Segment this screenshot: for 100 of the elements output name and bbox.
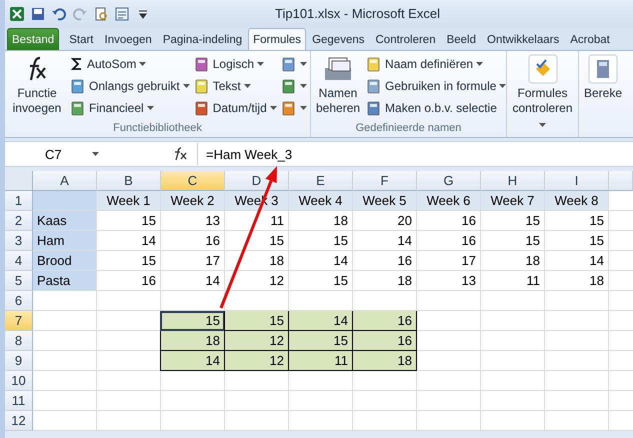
table-cell[interactable]: 15	[545, 211, 609, 231]
table-cell[interactable]: Week 4	[289, 191, 353, 211]
table-cell[interactable]: 14	[97, 231, 161, 251]
table-cell[interactable]	[97, 371, 161, 391]
table-cell[interactable]: 11	[225, 211, 289, 231]
table-cell[interactable]: 16	[352, 331, 417, 351]
table-cell[interactable]: 15	[481, 231, 545, 251]
table-cell[interactable]	[545, 391, 609, 411]
table-cell[interactable]: 15	[481, 211, 545, 231]
table-cell[interactable]: 15	[545, 231, 609, 251]
column-header[interactable]: H	[481, 171, 545, 191]
table-cell[interactable]: Ham	[33, 231, 97, 251]
table-cell[interactable]	[417, 371, 481, 391]
table-cell[interactable]	[481, 351, 545, 371]
table-cell[interactable]: 16	[417, 231, 481, 251]
column-header[interactable]: D	[225, 171, 289, 191]
table-cell[interactable]: 14	[160, 351, 225, 371]
table-cell[interactable]	[545, 411, 609, 431]
table-cell[interactable]	[545, 351, 609, 371]
table-cell[interactable]: Week 6	[417, 191, 481, 211]
table-cell[interactable]	[161, 391, 225, 411]
insert-function-button[interactable]: Functie invoegen	[8, 54, 66, 122]
table-cell[interactable]	[481, 311, 545, 331]
table-cell[interactable]: Week 2	[161, 191, 225, 211]
table-cell[interactable]	[545, 371, 609, 391]
table-cell[interactable]	[33, 191, 97, 211]
table-cell[interactable]: 16	[417, 211, 481, 231]
table-cell[interactable]	[481, 411, 545, 431]
column-header[interactable]: G	[417, 171, 481, 191]
ribbon-tab[interactable]: Controleren	[370, 28, 441, 50]
table-cell[interactable]: 14	[288, 311, 353, 331]
ribbon-menu-button[interactable]: Naam definiëren	[366, 54, 506, 73]
table-cell[interactable]	[97, 391, 161, 411]
column-header[interactable]: C	[161, 171, 225, 191]
table-cell[interactable]: 17	[417, 251, 481, 271]
table-cell[interactable]	[33, 411, 97, 431]
row-header[interactable]: 12	[5, 411, 33, 431]
table-cell[interactable]: 16	[161, 231, 225, 251]
table-cell[interactable]: 12	[224, 331, 289, 351]
table-cell[interactable]: 15	[289, 271, 353, 291]
table-cell[interactable]: 16	[352, 311, 417, 331]
form-icon[interactable]	[114, 6, 130, 22]
excel-logo-icon[interactable]	[9, 6, 25, 22]
table-cell[interactable]	[225, 371, 289, 391]
table-cell[interactable]: 18	[289, 211, 353, 231]
formula-field[interactable]: =Ham Week_3	[197, 143, 633, 165]
row-header[interactable]: 4	[5, 251, 33, 271]
row-header[interactable]: 5	[5, 271, 33, 291]
table-cell[interactable]	[353, 411, 417, 431]
ribbon-menu-button[interactable]: Gebruiken in formule	[366, 76, 506, 95]
table-cell[interactable]	[225, 291, 289, 311]
table-cell[interactable]	[33, 391, 97, 411]
column-header[interactable]	[609, 171, 633, 191]
table-cell[interactable]: 18	[545, 271, 609, 291]
column-header[interactable]: A	[33, 171, 97, 191]
table-cell[interactable]: 18	[160, 331, 225, 351]
table-cell[interactable]	[353, 291, 417, 311]
table-cell[interactable]	[417, 391, 481, 411]
table-cell[interactable]: Kaas	[33, 211, 97, 231]
ribbon-tab[interactable]: Ontwikkelaars	[482, 28, 564, 50]
table-cell[interactable]: 12	[224, 351, 289, 371]
table-cell[interactable]	[33, 291, 97, 311]
table-cell[interactable]: 15	[160, 311, 225, 331]
table-cell[interactable]: 13	[417, 271, 481, 291]
undo-icon[interactable]	[51, 6, 67, 22]
table-cell[interactable]	[417, 331, 481, 351]
table-cell[interactable]	[97, 411, 161, 431]
table-cell[interactable]: 15	[289, 231, 353, 251]
table-cell[interactable]	[481, 371, 545, 391]
row-header[interactable]: 10	[5, 371, 33, 391]
ribbon-menu-button[interactable]: Logisch	[194, 54, 277, 73]
table-cell[interactable]	[417, 291, 481, 311]
table-cell[interactable]: 16	[353, 251, 417, 271]
table-cell[interactable]: 11	[481, 271, 545, 291]
ribbon-menu-button[interactable]: AutoSom	[70, 54, 190, 73]
table-cell[interactable]	[481, 331, 545, 351]
table-cell[interactable]: 15	[288, 331, 353, 351]
table-cell[interactable]: 17	[161, 251, 225, 271]
ribbon-tab[interactable]: Start	[64, 28, 98, 50]
table-cell[interactable]	[417, 311, 481, 331]
table-cell[interactable]: Week 8	[545, 191, 609, 211]
table-cell[interactable]: 15	[97, 251, 161, 271]
ribbon-menu-button[interactable]: Onlangs gebruikt	[70, 76, 190, 95]
table-cell[interactable]: 12	[225, 271, 289, 291]
column-header[interactable]: F	[353, 171, 417, 191]
row-header[interactable]: 11	[5, 391, 33, 411]
table-cell[interactable]	[545, 311, 609, 331]
save-icon[interactable]	[30, 6, 46, 22]
table-cell[interactable]: Pasta	[33, 271, 97, 291]
ribbon-tab[interactable]: Acrobat	[565, 28, 615, 50]
table-cell[interactable]	[225, 411, 289, 431]
ribbon-menu-button[interactable]: Tekst	[194, 76, 277, 95]
ribbon-tab[interactable]: Formules	[248, 28, 306, 50]
table-cell[interactable]	[289, 411, 353, 431]
column-header[interactable]: I	[545, 171, 609, 191]
redo-icon[interactable]	[72, 6, 88, 22]
table-cell[interactable]: 18	[481, 251, 545, 271]
formula-auditing-button[interactable]: Formules controleren	[510, 54, 575, 137]
table-cell[interactable]	[417, 411, 481, 431]
table-cell[interactable]	[289, 391, 353, 411]
